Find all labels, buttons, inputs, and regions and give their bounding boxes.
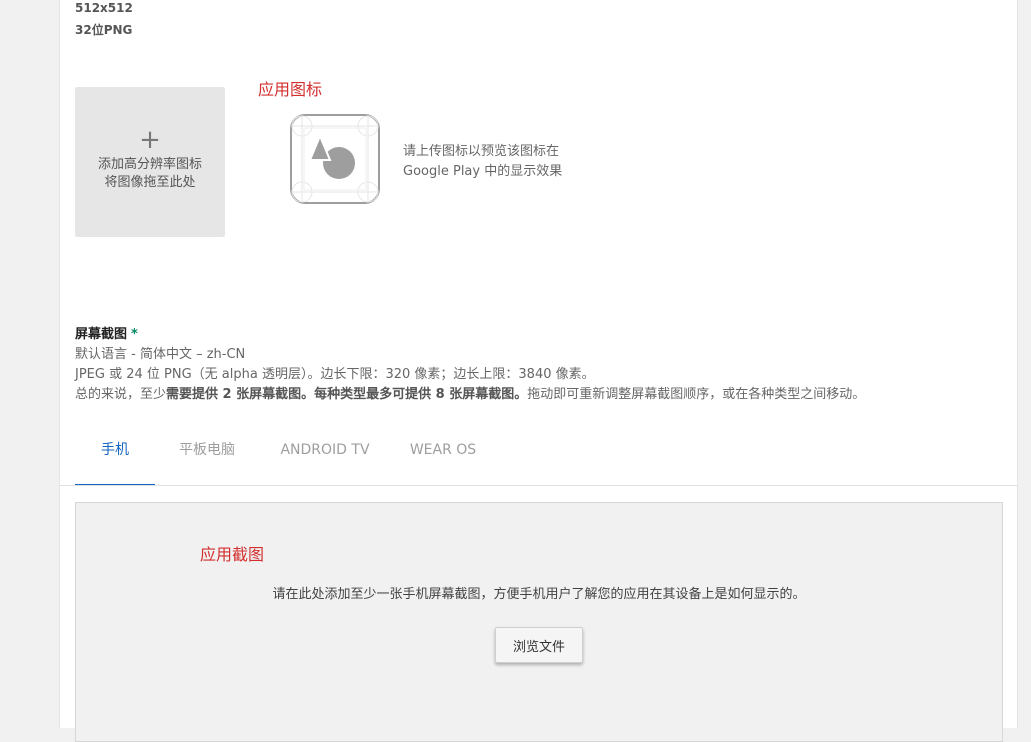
count-rule-suffix: 拖动即可重新调整屏幕截图顺序，或在各种类型之间移动。 xyxy=(527,387,865,402)
icon-preview-hint-line2: Google Play 中的显示效果 xyxy=(403,162,562,182)
app-screenshot-annotation: 应用截图 xyxy=(200,541,264,565)
tab-android-tv[interactable]: ANDROID TV xyxy=(271,428,379,486)
tab-tablet[interactable]: 平板电脑 xyxy=(165,428,249,486)
browse-files-button[interactable]: 浏览文件 xyxy=(495,627,583,663)
plus-icon: + xyxy=(75,127,225,153)
store-listing-page: 512x512 32位PNG + 添加高分辨率图标 将图像拖至此处 应用图标 请… xyxy=(59,0,1018,728)
count-rule-prefix: 总的来说，至少 xyxy=(75,387,166,402)
hi-res-icon-upload[interactable]: + 添加高分辨率图标 将图像拖至此处 xyxy=(75,87,225,237)
drop-zone-hint: 请在此处添加至少一张手机屏幕截图，方便手机用户了解您的应用在其设备上是如何显示的… xyxy=(76,583,1002,602)
screenshots-count-rule: 总的来说，至少需要提供 2 张屏幕截图。每种类型最多可提供 8 张屏幕截图。拖动… xyxy=(75,383,865,402)
tab-wear-os[interactable]: WEAR OS xyxy=(401,428,485,486)
screenshots-section-title: 屏幕截图 * xyxy=(75,323,138,342)
count-rule-bold: 需要提供 2 张屏幕截图。每种类型最多可提供 8 张屏幕截图。 xyxy=(166,387,527,402)
icon-preview-placeholder xyxy=(290,114,380,204)
app-icon-placeholder-icon xyxy=(290,114,380,204)
phone-screenshot-drop-zone[interactable]: 应用截图 请在此处添加至少一张手机屏幕截图，方便手机用户了解您的应用在其设备上是… xyxy=(75,502,1003,742)
tabs-divider xyxy=(60,485,1017,486)
screenshots-title: 屏幕截图 xyxy=(75,327,127,342)
icon-size-spec: 512x512 xyxy=(75,1,133,15)
required-marker: * xyxy=(131,327,138,342)
app-icon-annotation: 应用图标 xyxy=(258,76,322,100)
icon-format-spec: 32位PNG xyxy=(75,21,132,38)
screenshots-language: 默认语言 - 简体中文 – zh-CN xyxy=(75,343,245,362)
icon-preview-hint-line1: 请上传图标以预览该图标在 xyxy=(403,142,562,162)
upload-label-line1: 添加高分辨率图标 xyxy=(75,156,225,174)
upload-label-line2: 将图像拖至此处 xyxy=(75,174,225,192)
tab-phone[interactable]: 手机 xyxy=(75,428,155,486)
icon-preview-hint: 请上传图标以预览该图标在 Google Play 中的显示效果 xyxy=(403,142,562,182)
screenshots-format-rule: JPEG 或 24 位 PNG（无 alpha 透明层）。边长下限：320 像素… xyxy=(75,363,595,382)
